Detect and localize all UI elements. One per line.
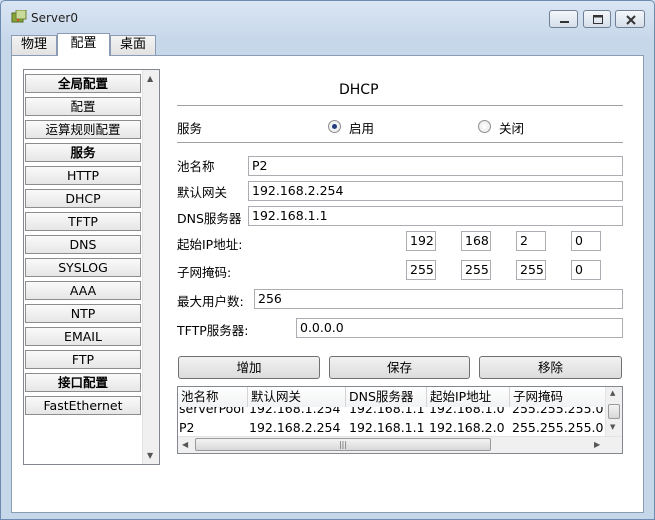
maximize-button[interactable] — [583, 10, 611, 28]
close-button[interactable] — [615, 10, 645, 28]
scroll-up-icon[interactable]: ▲ — [610, 389, 615, 397]
tab-config[interactable]: 配置 — [57, 33, 110, 56]
tftp-server-input[interactable]: 0.0.0.0 — [296, 318, 623, 338]
scroll-down-icon[interactable]: ▼ — [610, 423, 615, 431]
table-cell: 192.168.2.254 — [249, 420, 341, 435]
minimize-button[interactable] — [549, 10, 578, 28]
table-cell: 192.168.2.0 — [429, 420, 505, 435]
sidebar-item-fastethernet[interactable]: FastEthernet — [25, 396, 141, 415]
config-panel: 全局配置 配置 运算规则配置 服务 HTTP DHCP TFTP DNS SYSLOG AAA NT… — [11, 55, 644, 513]
pool-table: 池名称 默认网关 DNS服务器 起始IP地址 子网掩码 serverPool 1… — [177, 386, 623, 454]
column-subnet-mask[interactable]: 子网掩码 — [510, 387, 607, 407]
save-button[interactable]: 保存 — [329, 356, 470, 379]
title-bar[interactable]: Server0 — [1, 1, 654, 31]
scroll-up-icon[interactable]: ▲ — [147, 74, 153, 83]
sidebar-item-http[interactable]: HTTP — [25, 166, 141, 185]
table-scroll-thumb[interactable] — [608, 404, 620, 419]
pool-name-label: 池名称 — [177, 159, 215, 174]
subnet-mask-label: 子网掩码: — [177, 265, 232, 280]
sidebar-item-tftp[interactable]: TFTP — [25, 212, 141, 231]
scroll-right-icon[interactable]: ▶ — [594, 440, 600, 449]
scroll-left-icon[interactable]: ◀ — [182, 440, 188, 449]
sidebar-item-接口配置[interactable]: 接口配置 — [25, 373, 141, 392]
sidebar-item-配置[interactable]: 配置 — [25, 97, 141, 116]
sidebar-item-服务[interactable]: 服务 — [25, 143, 141, 162]
service-off-radio[interactable] — [478, 120, 491, 133]
divider — [177, 142, 623, 143]
max-users-input[interactable]: 256 — [254, 289, 623, 309]
start-ip-octet-4[interactable]: 0 — [571, 231, 601, 251]
tftp-server-label: TFTP服务器: — [177, 323, 249, 338]
minimize-icon — [560, 21, 569, 23]
tab-desktop[interactable]: 桌面 — [110, 35, 156, 55]
table-cell: 192.168.1.1 — [349, 420, 425, 435]
start-ip-octet-1[interactable]: 192 — [406, 231, 436, 251]
table-horizontal-scrollbar[interactable]: ◀ ||| ▶ — [178, 436, 622, 453]
sidebar-item-syslog[interactable]: SYSLOG — [25, 258, 141, 277]
max-users-label: 最大用户数: — [177, 294, 244, 309]
subnet-mask-octet-2[interactable]: 255 — [461, 260, 491, 280]
tab-physical[interactable]: 物理 — [11, 35, 57, 55]
table-cell: 255.255.255.0 — [512, 420, 604, 435]
column-start-ip[interactable]: 起始IP地址 — [427, 387, 510, 407]
start-ip-label: 起始IP地址: — [177, 237, 243, 252]
remove-button[interactable]: 移除 — [479, 356, 622, 379]
service-on-label: 启用 — [349, 121, 375, 136]
server-window: Server0 物理 配置 桌面 全局配置 配置 运算规则配置 服务 HTTP DHCP T… — [0, 0, 655, 520]
table-vertical-scrollbar[interactable]: ▲ ▼ — [605, 387, 622, 437]
table-cell: P2 — [179, 420, 195, 435]
column-dns[interactable]: DNS服务器 — [346, 387, 427, 407]
start-ip-octet-3[interactable]: 2 — [516, 231, 546, 251]
service-off-label: 关闭 — [499, 121, 525, 136]
dns-server-input[interactable]: 192.168.1.1 — [248, 206, 623, 226]
sidebar-item-全局配置[interactable]: 全局配置 — [25, 74, 141, 93]
column-pool-name[interactable]: 池名称 — [178, 387, 248, 407]
pool-table-header-overlay: 池名称 默认网关 DNS服务器 起始IP地址 子网掩码 — [178, 387, 607, 407]
divider — [177, 105, 623, 106]
maximize-icon — [593, 15, 603, 24]
sidebar-item-dhcp[interactable]: DHCP — [25, 189, 141, 208]
column-gateway[interactable]: 默认网关 — [248, 387, 346, 407]
sidebar-item-dns[interactable]: DNS — [25, 235, 141, 254]
subnet-mask-octet-3[interactable]: 255 — [516, 260, 546, 280]
sidebar-item-运算规则配置[interactable]: 运算规则配置 — [25, 120, 141, 139]
close-icon — [626, 15, 636, 25]
pool-name-input[interactable]: P2 — [248, 156, 623, 176]
sidebar-item-email[interactable]: EMAIL — [25, 327, 141, 346]
table-h-scroll-thumb[interactable]: ||| — [195, 438, 491, 451]
start-ip-octet-2[interactable]: 168 — [461, 231, 491, 251]
gateway-input[interactable]: 192.168.2.254 — [248, 181, 623, 201]
service-label: 服务 — [177, 121, 203, 136]
settings-list-scrollbar[interactable]: ▲ ▼ — [142, 70, 159, 464]
dns-server-label: DNS服务器 — [177, 211, 242, 226]
service-on-radio[interactable] — [328, 120, 341, 133]
gateway-label: 默认网关 — [177, 185, 228, 200]
sidebar-item-aaa[interactable]: AAA — [25, 281, 141, 300]
page-title: DHCP — [339, 82, 379, 98]
server-app-icon — [11, 10, 27, 23]
window-title: Server0 — [31, 11, 78, 25]
subnet-mask-octet-4[interactable]: 0 — [571, 260, 601, 280]
scroll-down-icon[interactable]: ▼ — [147, 451, 153, 460]
sidebar-item-ftp[interactable]: FTP — [25, 350, 141, 369]
add-button[interactable]: 增加 — [178, 356, 320, 379]
sidebar-item-ntp[interactable]: NTP — [25, 304, 141, 323]
subnet-mask-octet-1[interactable]: 255 — [406, 260, 436, 280]
settings-list: 全局配置配置运算规则配置 服务 HTTP DHCP TFTP DNS SYSLOG AAA NT… — [23, 69, 160, 465]
